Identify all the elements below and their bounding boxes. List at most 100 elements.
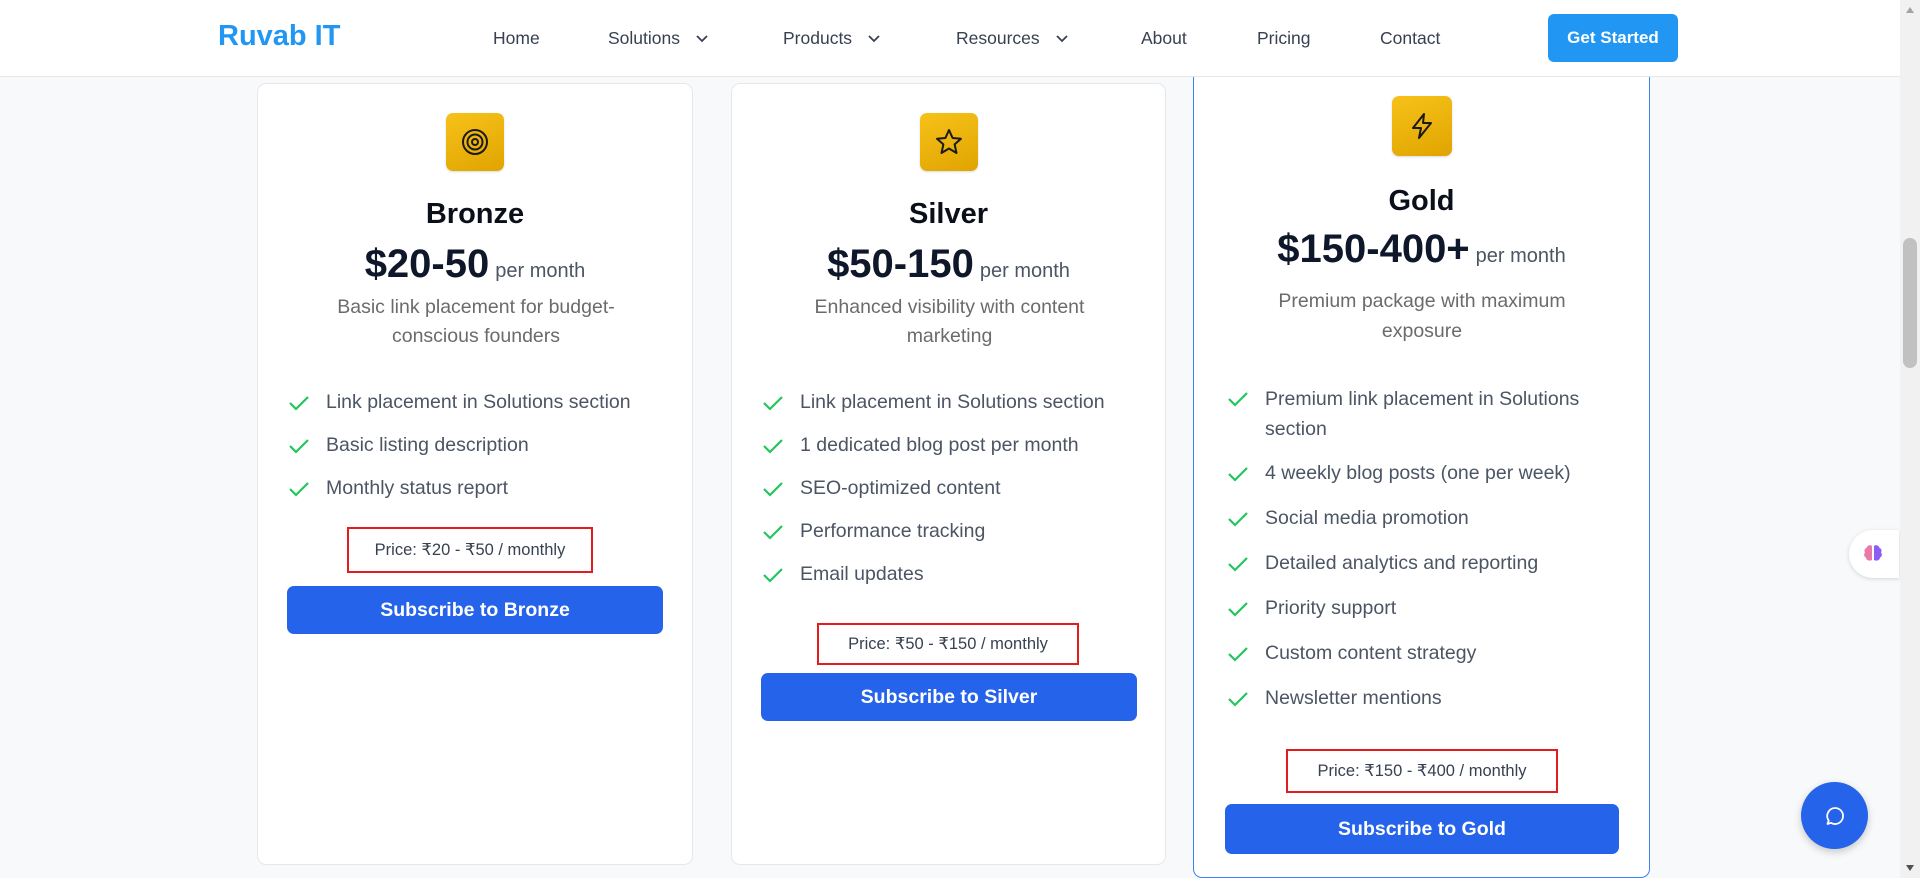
plan-description: Premium package with maximum exposure (1278, 290, 1566, 342)
nav-solutions-label: Solutions (608, 28, 680, 48)
plan-name: Bronze (425, 198, 525, 230)
plan-price-row: $20-50 per month (258, 242, 692, 287)
check-icon (1228, 467, 1248, 482)
nav-contact[interactable]: Contact (1380, 28, 1440, 49)
nav-solutions[interactable]: Solutions (608, 28, 714, 49)
feature-text: Link placement in Solutions section (800, 391, 1105, 413)
feature-text: Social media promotion (1265, 507, 1469, 529)
page-scrollbar[interactable] (1900, 0, 1920, 878)
feature-item: Newsletter mentions (1227, 684, 1627, 713)
plan-feature-list: Link placement in Solutions section Basi… (288, 388, 688, 503)
feature-item: Basic listing description (288, 431, 688, 460)
feature-item: 1 dedicated blog post per month (762, 431, 1162, 460)
feature-item: Link placement in Solutions section (762, 388, 1162, 417)
feature-text: Email updates (800, 563, 924, 585)
chevron-down-icon (696, 34, 708, 42)
price-note: Price: ₹20 - ₹50 / monthly (347, 527, 593, 573)
feature-text: SEO-optimized content (800, 477, 1001, 499)
feature-item: Detailed analytics and reporting (1227, 549, 1627, 578)
feature-text: Newsletter mentions (1265, 687, 1442, 709)
scroll-up-arrow-icon[interactable] (1905, 5, 1915, 15)
feature-text: Basic listing description (326, 434, 529, 456)
subscribe-silver-button[interactable]: Subscribe to Silver (761, 673, 1137, 721)
feature-item: 4 weekly blog posts (one per week) (1227, 459, 1627, 488)
chat-button[interactable] (1801, 782, 1868, 849)
check-icon (1228, 647, 1248, 662)
check-icon (1228, 512, 1248, 527)
nav-contact-label: Contact (1380, 28, 1441, 48)
feature-item: SEO-optimized content (762, 474, 1162, 503)
chevron-down-icon (1056, 34, 1068, 42)
plan-price-unit: per month (979, 260, 1070, 282)
chevron-down-icon (868, 34, 880, 42)
subscribe-gold-button[interactable]: Subscribe to Gold (1225, 804, 1619, 854)
top-navbar: Ruvab IT Home Solutions Products Resourc… (0, 0, 1900, 77)
plan-description: Basic link placement for budget-consciou… (337, 296, 615, 347)
plan-description: Enhanced visibility with content marketi… (814, 296, 1085, 347)
check-icon (289, 396, 309, 411)
site-logo[interactable]: Ruvab IT (218, 20, 340, 53)
nav-pricing[interactable]: Pricing (1257, 28, 1311, 49)
plan-feature-list: Premium link placement in Solutions sect… (1227, 384, 1627, 713)
check-icon (289, 482, 309, 497)
nav-about-label: About (1141, 28, 1187, 48)
plan-card-bronze: Bronze $20-50 per month Basic link placem… (257, 83, 693, 865)
feature-text: Premium link placement in Solutions sect… (1265, 388, 1580, 440)
plan-price-row: $50-150 per month (732, 242, 1165, 287)
feature-text: Detailed analytics and reporting (1265, 552, 1539, 574)
price-note: Price: ₹50 - ₹150 / monthly (817, 623, 1079, 665)
star-icon (920, 113, 978, 171)
scrollbar-thumb[interactable] (1903, 238, 1917, 368)
feature-item: Email updates (762, 560, 1162, 589)
check-icon (1228, 602, 1248, 617)
brain-icon (1864, 545, 1882, 561)
scroll-down-arrow-icon[interactable] (1905, 863, 1915, 873)
feature-text: 4 weekly blog posts (one per week) (1265, 462, 1571, 484)
ai-assistant-widget[interactable] (1849, 530, 1899, 578)
check-icon (763, 525, 783, 540)
feature-item: Social media promotion (1227, 504, 1627, 533)
plan-name: Gold (1388, 185, 1455, 217)
nav-resources-label: Resources (956, 28, 1040, 48)
feature-text: 1 dedicated blog post per month (800, 434, 1079, 456)
lightning-icon (1392, 96, 1452, 156)
subscribe-bronze-button[interactable]: Subscribe to Bronze (287, 586, 663, 634)
check-icon (763, 568, 783, 583)
plan-card-silver: Silver $50-150 per month Enhanced visibil… (731, 83, 1166, 865)
nav-about[interactable]: About (1141, 28, 1187, 49)
check-icon (763, 396, 783, 411)
plan-price-unit: per month (1475, 245, 1566, 267)
feature-text: Link placement in Solutions section (326, 391, 631, 413)
check-icon (1228, 392, 1248, 407)
nav-home-label: Home (493, 28, 540, 48)
feature-text: Custom content strategy (1265, 642, 1477, 664)
chat-bubble-icon (1825, 806, 1844, 825)
get-started-button[interactable]: Get Started (1548, 14, 1678, 62)
feature-item: Custom content strategy (1227, 639, 1627, 668)
check-icon (289, 439, 309, 454)
nav-resources[interactable]: Resources (956, 28, 1074, 49)
nav-products-label: Products (783, 28, 853, 48)
feature-item: Priority support (1227, 594, 1627, 623)
plan-price: $20-50 (364, 242, 490, 286)
feature-text: Monthly status report (326, 477, 509, 499)
check-icon (763, 482, 783, 497)
check-icon (1228, 557, 1248, 572)
plan-name: Silver (909, 198, 988, 230)
check-icon (763, 439, 783, 454)
plan-feature-list: Link placement in Solutions section 1 de… (762, 388, 1162, 589)
feature-text: Priority support (1265, 597, 1397, 619)
plan-price: $150-400+ (1277, 227, 1470, 271)
plan-price: $50-150 (827, 242, 974, 286)
plan-price-unit: per month (495, 260, 586, 282)
target-icon (446, 113, 504, 171)
nav-pricing-label: Pricing (1257, 28, 1311, 48)
nav-products[interactable]: Products (783, 28, 886, 49)
nav-home[interactable]: Home (493, 28, 540, 49)
feature-item: Monthly status report (288, 474, 688, 503)
check-icon (1228, 692, 1248, 707)
plan-price-row: $150-400+ per month (1194, 227, 1649, 272)
price-note: Price: ₹150 - ₹400 / monthly (1286, 749, 1558, 793)
feature-item: Link placement in Solutions section (288, 388, 688, 417)
plan-card-gold: Gold $150-400+ per month Premium package … (1193, 77, 1650, 878)
